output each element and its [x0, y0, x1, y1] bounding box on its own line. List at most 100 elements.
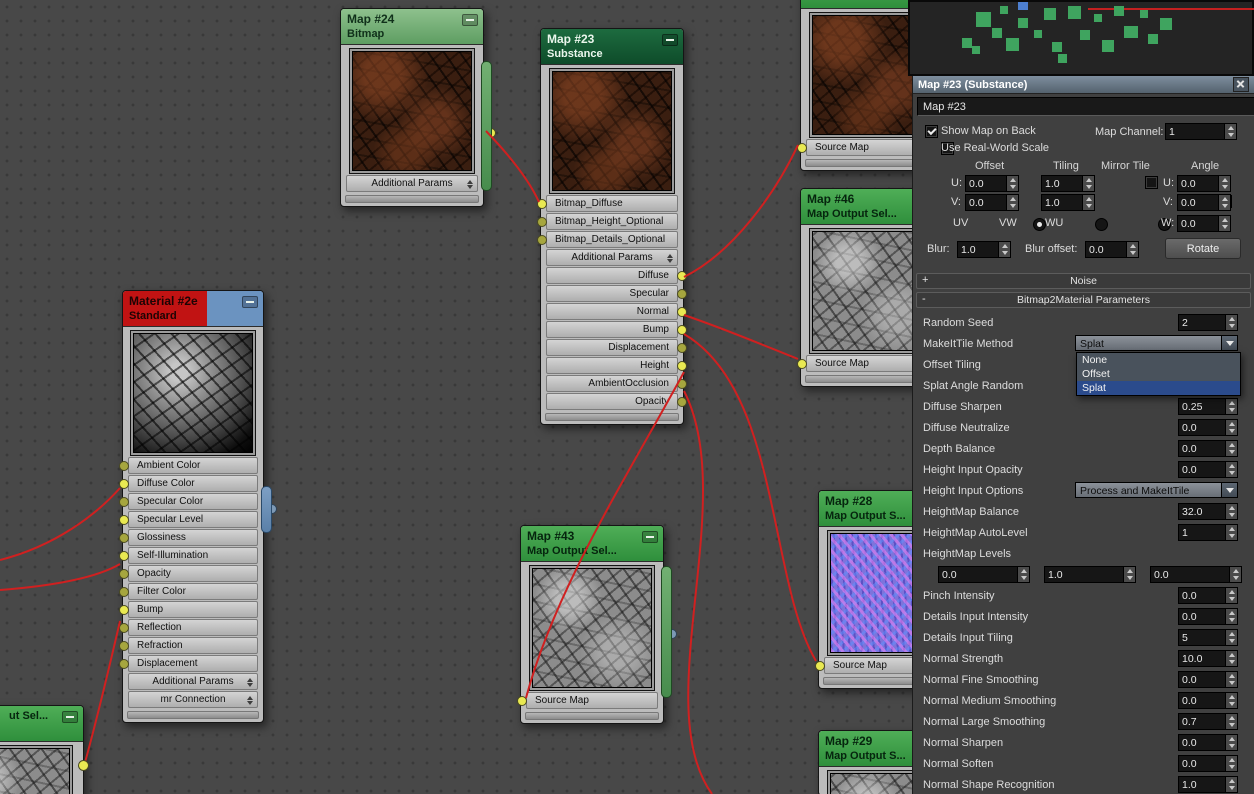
spinner-arrows-icon[interactable]: [1218, 176, 1230, 191]
rotate-button[interactable]: Rotate: [1165, 238, 1241, 259]
navigator-minimap[interactable]: [908, 0, 1254, 76]
connector-dot[interactable]: [119, 551, 129, 561]
spinner-arrows-icon[interactable]: [1225, 315, 1237, 330]
u-mirror-checkbox[interactable]: [1145, 176, 1159, 189]
connector-dot[interactable]: [797, 359, 807, 369]
node-header[interactable]: ut Sel...: [0, 706, 83, 742]
dropdown-option-splat[interactable]: Splat: [1077, 381, 1240, 395]
spinner-arrows-icon[interactable]: [1225, 441, 1237, 456]
connector-dot[interactable]: [677, 271, 687, 281]
spinner-arrows-icon[interactable]: [1225, 525, 1237, 540]
u-angle-spinner[interactable]: 0.0: [1177, 175, 1231, 192]
connector-dot[interactable]: [119, 515, 129, 525]
slot-additional-params[interactable]: Additional Params: [128, 673, 258, 690]
material-preview[interactable]: [133, 333, 253, 453]
expand-params-icon[interactable]: [247, 678, 253, 687]
v-offset-spinner[interactable]: 0.0: [965, 194, 1019, 211]
connector-dot[interactable]: [119, 641, 129, 651]
spinner-arrows-icon[interactable]: [1225, 609, 1237, 624]
connector-dot[interactable]: [677, 343, 687, 353]
slot-additional-params[interactable]: Additional Params: [546, 249, 678, 266]
spinner-arrows-icon[interactable]: [1225, 420, 1237, 435]
slot-refraction[interactable]: Refraction: [119, 637, 258, 654]
slot-mr-connection[interactable]: mr Connection: [128, 691, 258, 708]
spinner-arrows-icon[interactable]: [1126, 242, 1138, 257]
connection-wire[interactable]: [683, 144, 799, 278]
connector-dot[interactable]: [119, 461, 129, 471]
connection-wire[interactable]: [683, 314, 799, 360]
normal-sharpen-spinner[interactable]: 0.0: [1178, 734, 1238, 751]
details-input-tiling-spinner[interactable]: 5: [1178, 629, 1238, 646]
spinner-arrows-icon[interactable]: [1006, 195, 1018, 210]
connection-wire[interactable]: [83, 620, 121, 767]
spinner-arrows-icon[interactable]: [1123, 567, 1135, 582]
normal-shape-recognition-spinner[interactable]: 1.0: [1178, 776, 1238, 793]
output-capsule[interactable]: [261, 486, 272, 533]
slot-bitmap-details-optional[interactable]: Bitmap_Details_Optional: [537, 231, 678, 248]
dropdown-option-offset[interactable]: Offset: [1077, 367, 1240, 381]
panel-titlebar[interactable]: Map #23 (Substance): [913, 76, 1254, 94]
node-header[interactable]: Map #24 Bitmap: [341, 9, 483, 45]
slot-ambientocclusion[interactable]: AmbientOcclusion: [546, 375, 687, 392]
slot-opacity[interactable]: Opacity: [119, 565, 258, 582]
connector-dot[interactable]: [677, 307, 687, 317]
slot-source-map[interactable]: Source Map: [517, 692, 658, 709]
depth-balance-spinner[interactable]: 0.0: [1178, 440, 1238, 457]
slot-additional-params[interactable]: Additional Params: [346, 175, 478, 192]
slot-height[interactable]: Height: [546, 357, 687, 374]
connector-dot[interactable]: [537, 235, 547, 245]
connector-dot[interactable]: [677, 325, 687, 335]
collapse-icon[interactable]: -: [922, 293, 926, 306]
heightmap-autolevel-spinner[interactable]: 1: [1178, 524, 1238, 541]
levels-low-spinner[interactable]: 0.0: [938, 566, 1030, 583]
slot-reflection[interactable]: Reflection: [119, 619, 258, 636]
connector-dot[interactable]: [677, 361, 687, 371]
connector-dot[interactable]: [537, 217, 547, 227]
material2e-node[interactable]: Material #2e Standard Ambient Color Diff…: [119, 290, 277, 723]
spinner-arrows-icon[interactable]: [1225, 672, 1237, 687]
noise-rollout[interactable]: + Noise: [916, 273, 1251, 289]
slot-glossiness[interactable]: Glossiness: [119, 529, 258, 546]
map-name-input[interactable]: [917, 97, 1254, 116]
close-icon[interactable]: [1233, 77, 1249, 92]
connector-dot[interactable]: [119, 605, 129, 615]
normal-strength-spinner[interactable]: 10.0: [1178, 650, 1238, 667]
u-tiling-spinner[interactable]: 1.0: [1041, 175, 1095, 192]
connector-dot[interactable]: [119, 623, 129, 633]
texture-thumbnail[interactable]: [352, 51, 472, 171]
spinner-arrows-icon[interactable]: [1225, 651, 1237, 666]
map-channel-spinner[interactable]: 1: [1165, 123, 1237, 140]
spinner-arrows-icon[interactable]: [1082, 195, 1094, 210]
pinch-intensity-spinner[interactable]: 0.0: [1178, 587, 1238, 604]
texture-thumbnail[interactable]: [532, 568, 652, 688]
spinner-arrows-icon[interactable]: [1225, 693, 1237, 708]
spinner-arrows-icon[interactable]: [1006, 176, 1018, 191]
connector-dot[interactable]: [677, 379, 687, 389]
connection-wire[interactable]: [683, 333, 817, 662]
spinner-arrows-icon[interactable]: [1225, 462, 1237, 477]
connection-wire[interactable]: [0, 487, 121, 561]
blur-offset-spinner[interactable]: 0.0: [1085, 241, 1139, 258]
spinner-arrows-icon[interactable]: [1225, 504, 1237, 519]
texture-thumbnail[interactable]: [552, 71, 672, 191]
blur-spinner[interactable]: 1.0: [957, 241, 1011, 258]
map-node-bottom-left[interactable]: ut Sel...: [0, 705, 84, 794]
v-tiling-spinner[interactable]: 1.0: [1041, 194, 1095, 211]
output-capsule[interactable]: [661, 566, 672, 698]
spinner-arrows-icon[interactable]: [1225, 630, 1237, 645]
height-input-options-dropdown[interactable]: Process and MakeItTile: [1075, 482, 1238, 498]
normal-soften-spinner[interactable]: 0.0: [1178, 755, 1238, 772]
collapse-icon[interactable]: [62, 711, 78, 723]
expand-icon[interactable]: +: [922, 274, 928, 287]
spinner-arrows-icon[interactable]: [1225, 777, 1237, 792]
b2m-rollout[interactable]: - Bitmap2Material Parameters: [916, 292, 1251, 308]
chevron-down-icon[interactable]: [1221, 336, 1237, 350]
slot-bitmap-height-optional[interactable]: Bitmap_Height_Optional: [537, 213, 678, 230]
spinner-arrows-icon[interactable]: [998, 242, 1010, 257]
collapse-icon[interactable]: [662, 34, 678, 46]
connector-dot[interactable]: [815, 661, 825, 671]
spinner-arrows-icon[interactable]: [1017, 567, 1029, 582]
levels-high-spinner[interactable]: 0.0: [1150, 566, 1242, 583]
connection-wire[interactable]: [683, 390, 713, 794]
slot-normal[interactable]: Normal: [546, 303, 687, 320]
